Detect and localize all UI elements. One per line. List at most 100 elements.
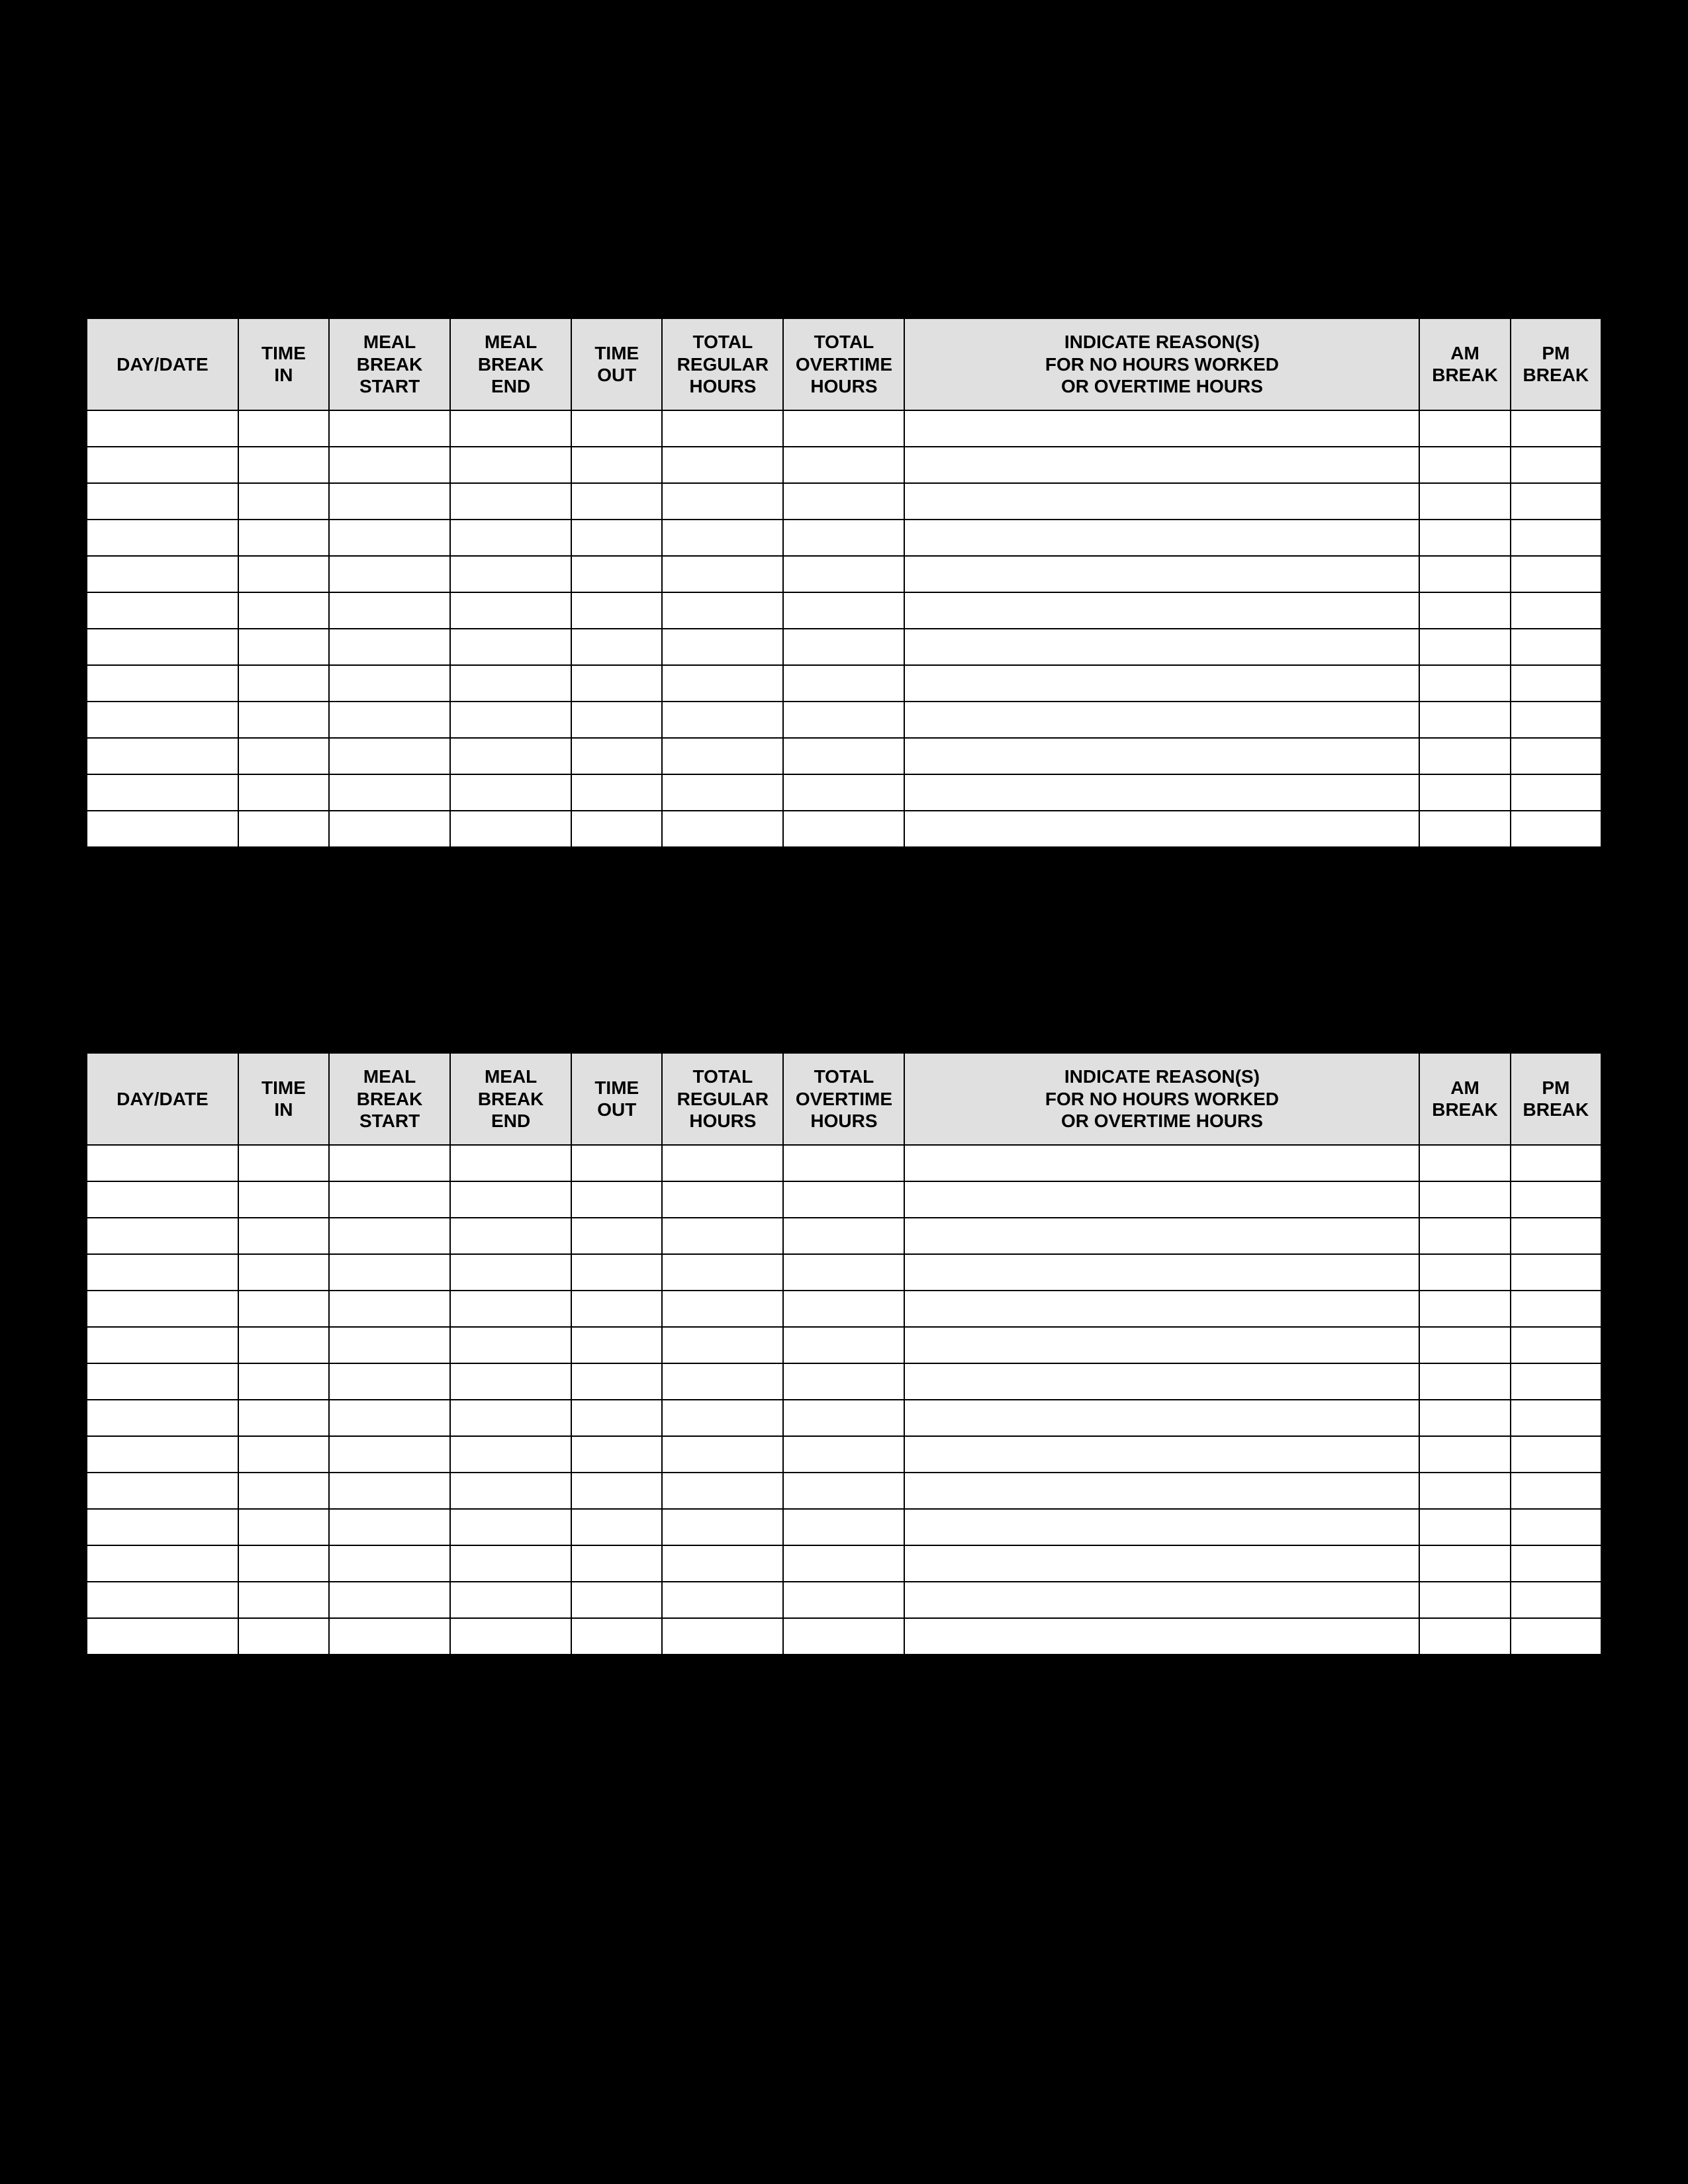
cell-pmbreak <box>1511 592 1601 629</box>
header-reason-1: INDICATE REASON(S)FOR NO HOURS WORKEDOR … <box>904 318 1419 410</box>
cell-pmbreak <box>1511 447 1601 483</box>
cell-mealstart <box>329 1436 450 1473</box>
cell-daydate <box>87 1509 238 1545</box>
cell-regular <box>662 556 783 592</box>
header-overtime-2: TOTALOVERTIMEHOURS <box>783 1053 904 1145</box>
cell-mealstart <box>329 1327 450 1363</box>
cell-daydate <box>87 1291 238 1327</box>
cell-ambreak <box>1419 592 1510 629</box>
cell-regular <box>662 1509 783 1545</box>
cell-mealstart <box>329 629 450 665</box>
cell-mealend <box>450 556 571 592</box>
cell-timeout <box>571 738 662 774</box>
cell-mealend <box>450 811 571 847</box>
cell-mealstart <box>329 520 450 556</box>
cell-mealend <box>450 1291 571 1327</box>
header-overtime-1: TOTALOVERTIMEHOURS <box>783 318 904 410</box>
cell-mealend <box>450 1181 571 1218</box>
table-row <box>87 1473 1601 1509</box>
cell-ambreak <box>1419 1181 1510 1218</box>
cell-regular <box>662 1218 783 1254</box>
cell-timeout <box>571 774 662 811</box>
cell-reason <box>904 811 1419 847</box>
cell-daydate <box>87 774 238 811</box>
cell-reason <box>904 410 1419 447</box>
cell-ambreak <box>1419 1218 1510 1254</box>
cell-pmbreak <box>1511 1145 1601 1181</box>
cell-timein <box>238 1181 329 1218</box>
cell-mealend <box>450 520 571 556</box>
cell-mealend <box>450 1363 571 1400</box>
cell-regular <box>662 447 783 483</box>
cell-timeout <box>571 1327 662 1363</box>
cell-pmbreak <box>1511 1473 1601 1509</box>
cell-mealend <box>450 738 571 774</box>
cell-mealend <box>450 592 571 629</box>
cell-daydate <box>87 738 238 774</box>
header-daydate-1: DAY/DATE <box>87 318 238 410</box>
cell-ambreak <box>1419 774 1510 811</box>
cell-timeout <box>571 1582 662 1618</box>
cell-mealstart <box>329 447 450 483</box>
cell-pmbreak <box>1511 665 1601 702</box>
cell-overtime <box>783 1582 904 1618</box>
cell-regular <box>662 410 783 447</box>
cell-mealend <box>450 1254 571 1291</box>
cell-ambreak <box>1419 1145 1510 1181</box>
cell-overtime <box>783 592 904 629</box>
cell-reason <box>904 1618 1419 1655</box>
cell-pmbreak <box>1511 629 1601 665</box>
cell-pmbreak <box>1511 702 1601 738</box>
cell-mealend <box>450 410 571 447</box>
cell-ambreak <box>1419 1545 1510 1582</box>
table-row <box>87 774 1601 811</box>
cell-reason <box>904 520 1419 556</box>
cell-pmbreak <box>1511 738 1601 774</box>
header-mealend-1: MEALBREAKEND <box>450 318 571 410</box>
table-row <box>87 738 1601 774</box>
cell-pmbreak <box>1511 1436 1601 1473</box>
cell-timein <box>238 1291 329 1327</box>
cell-overtime <box>783 1291 904 1327</box>
cell-timein <box>238 520 329 556</box>
cell-mealstart <box>329 592 450 629</box>
cell-timeout <box>571 410 662 447</box>
cell-reason <box>904 1218 1419 1254</box>
cell-mealend <box>450 1509 571 1545</box>
table-row <box>87 1145 1601 1181</box>
cell-timeout <box>571 811 662 847</box>
cell-reason <box>904 1400 1419 1436</box>
cell-overtime <box>783 1509 904 1545</box>
cell-mealstart <box>329 665 450 702</box>
cell-pmbreak <box>1511 1400 1601 1436</box>
cell-timeout <box>571 702 662 738</box>
cell-timein <box>238 556 329 592</box>
cell-reason <box>904 1473 1419 1509</box>
cell-overtime <box>783 774 904 811</box>
table-row <box>87 629 1601 665</box>
cell-daydate <box>87 1218 238 1254</box>
cell-overtime <box>783 520 904 556</box>
cell-regular <box>662 774 783 811</box>
cell-ambreak <box>1419 556 1510 592</box>
cell-daydate <box>87 556 238 592</box>
cell-regular <box>662 483 783 520</box>
cell-reason <box>904 1181 1419 1218</box>
cell-reason <box>904 1291 1419 1327</box>
cell-reason <box>904 483 1419 520</box>
cell-mealstart <box>329 1545 450 1582</box>
table-row <box>87 1400 1601 1436</box>
header-mealstart-1: MEALBREAKSTART <box>329 318 450 410</box>
timesheet-table-1: DAY/DATE TIMEIN MEALBREAKSTART MEALBREAK… <box>86 318 1602 848</box>
header-daydate-2: DAY/DATE <box>87 1053 238 1145</box>
cell-reason <box>904 1582 1419 1618</box>
cell-reason <box>904 702 1419 738</box>
cell-timeout <box>571 1291 662 1327</box>
table-body-1 <box>87 410 1601 847</box>
cell-timein <box>238 1327 329 1363</box>
cell-daydate <box>87 1545 238 1582</box>
header-reason-2: INDICATE REASON(S)FOR NO HOURS WORKEDOR … <box>904 1053 1419 1145</box>
cell-mealend <box>450 702 571 738</box>
cell-reason <box>904 556 1419 592</box>
table-row <box>87 811 1601 847</box>
